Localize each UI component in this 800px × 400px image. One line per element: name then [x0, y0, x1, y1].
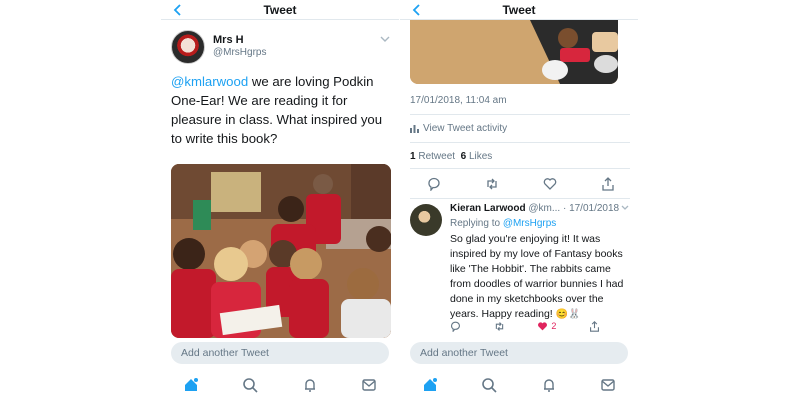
chevron-left-icon — [412, 4, 420, 16]
tab-messages[interactable] — [599, 376, 617, 394]
divider — [410, 114, 630, 115]
replying-prefix: Replying to — [450, 218, 503, 229]
replying-to: Replying to @MrsHgrps — [450, 218, 556, 229]
tweet-photo[interactable] — [410, 20, 618, 84]
tweet-stats: 1 Retweet 6 Likes — [410, 151, 492, 162]
back-button[interactable] — [409, 2, 423, 18]
tab-home[interactable] — [182, 376, 200, 394]
mention-link[interactable]: @kmlarwood — [171, 74, 248, 89]
share-icon — [590, 320, 599, 332]
view-activity-label: View Tweet activity — [423, 123, 508, 134]
reply-body: So glad you're enjoying it! It was inspi… — [450, 233, 624, 320]
tweet-author: Mrs H @MrsHgrps — [171, 30, 391, 66]
avatar[interactable] — [171, 30, 205, 64]
retweet-label[interactable]: Retweet — [418, 151, 455, 162]
tab-search[interactable] — [480, 376, 498, 394]
share-button[interactable] — [600, 176, 616, 192]
tab-home[interactable] — [421, 376, 439, 394]
chevron-left-icon — [173, 4, 181, 16]
add-tweet-input[interactable]: Add another Tweet — [410, 342, 628, 364]
tab-messages[interactable] — [360, 376, 378, 394]
retweet-icon — [487, 178, 497, 190]
reply-actions: 2 — [450, 320, 600, 332]
tweet-actions — [426, 176, 616, 192]
reply-button[interactable] — [426, 176, 442, 192]
share-button[interactable] — [589, 320, 600, 332]
like-button[interactable]: 2 — [537, 321, 556, 332]
like-label[interactable]: Likes — [469, 151, 492, 162]
tab-bar — [161, 370, 399, 400]
tweet-photo[interactable] — [171, 164, 391, 338]
reply-handle-date: @km... · 17/01/2018 — [528, 203, 620, 214]
retweet-button[interactable] — [484, 176, 500, 192]
search-icon — [243, 378, 258, 393]
back-button[interactable] — [170, 2, 184, 18]
share-icon — [602, 177, 614, 191]
retweet-count[interactable]: 1 — [410, 151, 416, 162]
divider — [410, 142, 630, 143]
tweet-detail-pane-right: Tweet 17/01/2018, 11:04 am View Tweet ac… — [400, 0, 638, 400]
reply-icon — [428, 177, 440, 191]
nav-title: Tweet — [263, 2, 297, 17]
heart-filled-icon — [538, 321, 548, 330]
bar-chart-icon — [410, 125, 419, 133]
tab-notifications[interactable] — [301, 376, 319, 394]
author-handle[interactable]: @MrsHgrps — [213, 47, 267, 58]
reply-icon — [451, 321, 460, 332]
home-icon — [423, 378, 437, 391]
tab-search[interactable] — [241, 376, 259, 394]
view-activity-link[interactable]: View Tweet activity — [410, 123, 507, 134]
tweet-timestamp: 17/01/2018, 11:04 am — [410, 95, 507, 106]
reply-header: Kieran Larwood @km... · 17/01/2018 — [450, 203, 619, 214]
nav-bar: Tweet — [400, 0, 638, 20]
notifications-icon — [304, 379, 315, 392]
chevron-down-icon[interactable] — [620, 204, 630, 212]
divider — [410, 198, 630, 199]
messages-icon — [362, 379, 376, 391]
avatar[interactable] — [410, 204, 442, 236]
retweet-button[interactable] — [494, 321, 505, 332]
reply-tweet[interactable]: Kieran Larwood @km... · 17/01/2018 Reply… — [410, 200, 630, 340]
chevron-down-icon[interactable] — [379, 34, 391, 44]
home-icon — [184, 378, 198, 391]
reply-text: So glad you're enjoying it! It was inspi… — [450, 232, 632, 322]
tweet-detail-pane-left: Tweet Mrs H @MrsHgrps @kmlarwood we are … — [161, 0, 399, 400]
classroom-floor-photo — [410, 20, 618, 84]
tab-bar — [400, 370, 638, 400]
reply-author-name[interactable]: Kieran Larwood — [450, 203, 526, 214]
tab-notifications[interactable] — [540, 376, 558, 394]
notifications-icon — [543, 379, 554, 392]
emoji: 😊🐰 — [555, 309, 581, 320]
reply-button[interactable] — [450, 321, 461, 332]
like-count[interactable]: 6 — [461, 151, 467, 162]
retweet-icon — [495, 321, 503, 331]
reply-like-count: 2 — [551, 321, 557, 331]
tweet-text: @kmlarwood we are loving Podkin One-Ear!… — [171, 72, 393, 148]
mention-link[interactable]: @MrsHgrps — [503, 218, 557, 229]
add-tweet-input[interactable]: Add another Tweet — [171, 342, 389, 364]
divider — [410, 168, 630, 169]
search-icon — [482, 378, 497, 393]
messages-icon — [601, 379, 615, 391]
classroom-photo — [171, 164, 391, 338]
nav-bar: Tweet — [161, 0, 399, 20]
author-name[interactable]: Mrs H — [213, 34, 244, 46]
like-button[interactable] — [542, 176, 558, 192]
heart-icon — [543, 178, 557, 190]
nav-title: Tweet — [502, 2, 536, 17]
